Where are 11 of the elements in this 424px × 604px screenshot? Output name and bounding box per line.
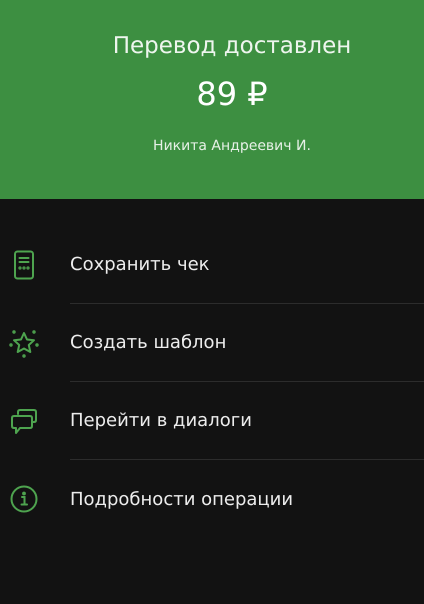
action-item[interactable]: Перейти в диалоги — [70, 407, 252, 434]
action-item[interactable]: Подробности операции — [70, 486, 294, 512]
action-item[interactable]: Создать шаблон — [70, 329, 226, 356]
info-icon — [10, 485, 38, 513]
document-icon — [12, 250, 36, 280]
star-icon — [9, 328, 39, 358]
status-title: Перевод доставлен — [112, 32, 352, 61]
recipient-name: Никита Андреевич И. — [153, 137, 311, 156]
chat-icon — [10, 408, 38, 434]
action-item[interactable]: Сохранить чек — [70, 251, 210, 278]
amount: 89 ₽ — [196, 74, 268, 115]
